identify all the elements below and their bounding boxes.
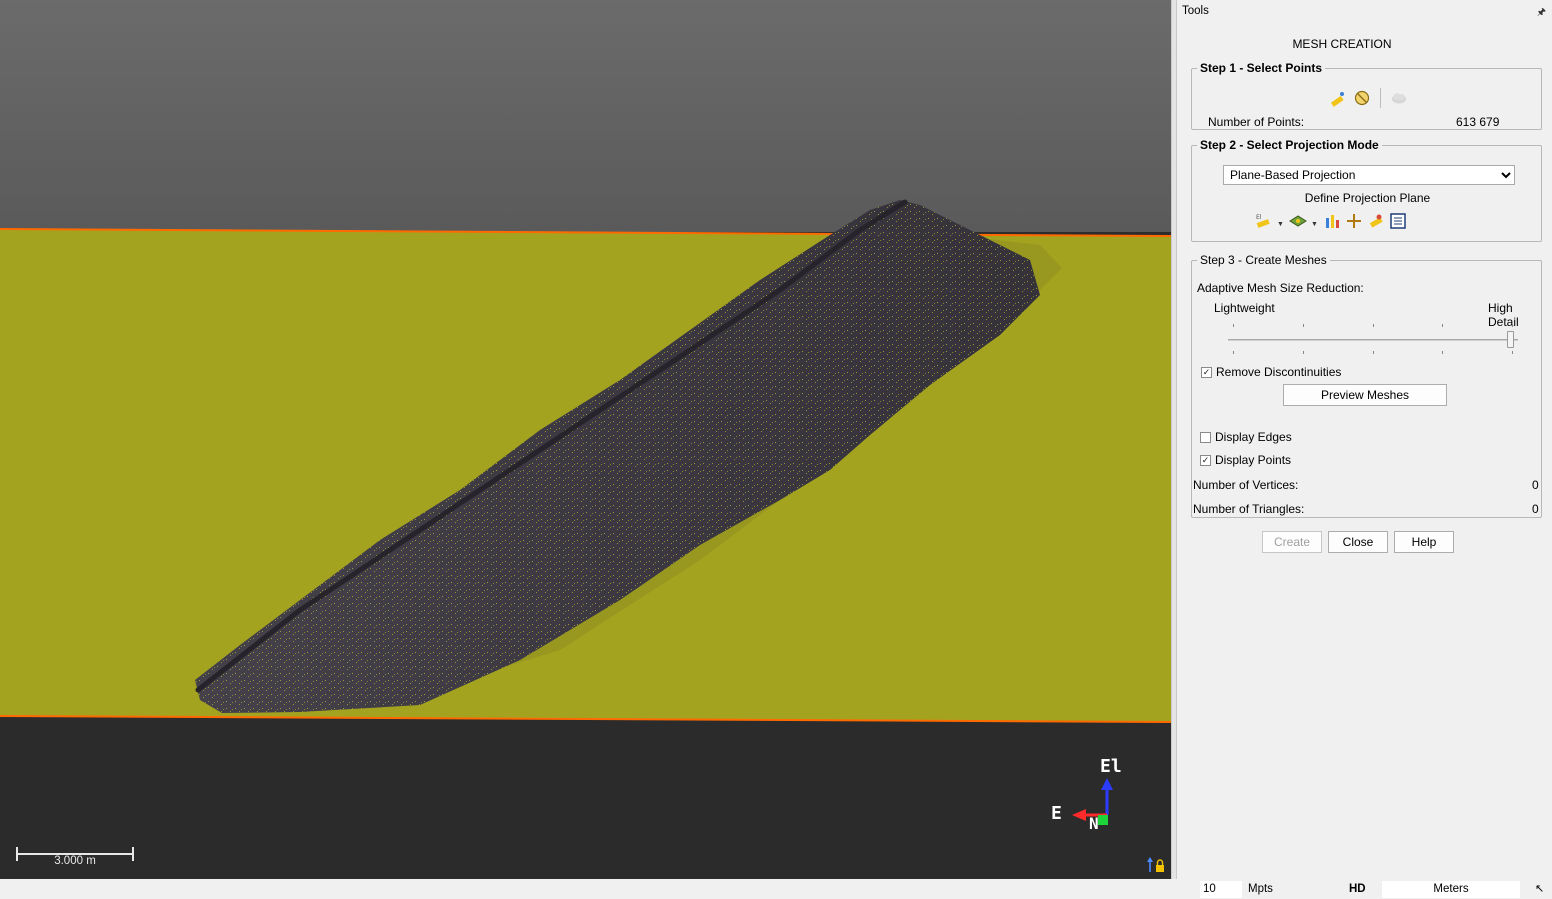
step3-group: Step 3 - Create Meshes Adaptive Mesh Siz… — [1191, 253, 1542, 518]
point-budget-field[interactable]: 10 — [1200, 881, 1242, 898]
slider-min-label: Lightweight — [1214, 301, 1275, 315]
axis-left-label: E — [1051, 803, 1062, 824]
plane-rotate-icon[interactable] — [1367, 212, 1385, 230]
slider-track[interactable] — [1228, 339, 1518, 341]
slider-tick — [1373, 351, 1374, 354]
projection-mode-select[interactable]: Plane-Based Projection — [1223, 165, 1515, 185]
scale-bar-label: 3.000 m — [54, 855, 96, 867]
step3-legend: Step 3 - Create Meshes — [1200, 253, 1327, 267]
num-triangles-label: Number of Triangles: — [1193, 502, 1305, 516]
slider-tick — [1233, 324, 1234, 327]
resize-grip-icon[interactable]: ↖ — [1535, 881, 1544, 898]
slider-tick — [1442, 324, 1443, 327]
help-button[interactable]: Help — [1394, 531, 1454, 553]
cloud-select-icon[interactable] — [1390, 89, 1408, 107]
slider-max-label: High Detail — [1488, 301, 1519, 329]
axis-front-marker — [1098, 815, 1108, 825]
step2-toolbar: El ▼ ▼ — [1255, 212, 1407, 230]
slider-thumb[interactable] — [1507, 331, 1514, 348]
slider-tick — [1233, 351, 1234, 354]
num-points-value: 613 679 — [1456, 115, 1500, 129]
tools-title: Tools — [1182, 5, 1209, 17]
pin-icon[interactable]: 🖈 — [1537, 5, 1546, 22]
num-points-label: Number of Points: — [1208, 115, 1305, 129]
plane-origin-icon[interactable] — [1345, 212, 1363, 230]
display-points-label: Display Points — [1215, 453, 1292, 467]
create-button[interactable]: Create — [1262, 531, 1322, 553]
num-triangles-value: 0 — [1532, 502, 1539, 516]
step2-legend: Step 2 - Select Projection Mode — [1200, 138, 1379, 152]
svg-text:El: El — [1256, 214, 1262, 221]
slider-tick — [1373, 324, 1374, 327]
preview-meshes-button[interactable]: Preview Meshes — [1283, 384, 1447, 406]
remove-discontinuities-label: Remove Discontinuities — [1216, 365, 1342, 379]
quality-indicator[interactable]: HD — [1349, 881, 1366, 898]
display-edges-label: Display Edges — [1215, 430, 1292, 444]
slider-tick — [1512, 324, 1513, 327]
step1-toolbar-separator — [1380, 88, 1381, 108]
view-lock-icon[interactable] — [1146, 856, 1166, 874]
ground-background — [0, 716, 1171, 879]
plane-fit-dropdown-arrow-icon[interactable]: ▼ — [1311, 214, 1319, 228]
step1-group: Step 1 - Select Points Number of Points:… — [1191, 61, 1542, 130]
remove-discontinuities-checkbox[interactable]: ✓ Remove Discontinuities — [1201, 365, 1341, 379]
display-edges-checkbox[interactable]: Display Edges — [1200, 430, 1292, 444]
remove-discontinuities-check-icon[interactable]: ✓ — [1201, 366, 1212, 378]
step2-group: Step 2 - Select Projection Mode Plane-Ba… — [1191, 138, 1542, 242]
plane-from-elevation-icon[interactable]: El — [1255, 212, 1273, 230]
elevation-dropdown-arrow-icon[interactable]: ▼ — [1277, 214, 1285, 228]
clear-selection-icon[interactable] — [1353, 89, 1371, 107]
axis-up-label: El — [1100, 756, 1122, 777]
point-budget-unit: Mpts — [1248, 883, 1273, 895]
tools-panel: Tools 🖈 MESH CREATION Step 1 - Select Po… — [1177, 0, 1552, 879]
step1-legend: Step 1 - Select Points — [1200, 61, 1323, 75]
define-projection-plane-label: Define Projection Plane — [1304, 191, 1431, 205]
num-vertices-value: 0 — [1532, 478, 1539, 492]
slider-tick — [1512, 351, 1513, 354]
scale-bar: 3.000 m — [16, 843, 134, 871]
plane-from-points-icon[interactable] — [1323, 212, 1341, 230]
slider-tick — [1442, 351, 1443, 354]
num-vertices-label: Number of Vertices: — [1193, 478, 1299, 492]
units-field[interactable]: Meters — [1382, 881, 1520, 898]
select-points-pencil-icon[interactable] — [1329, 89, 1347, 107]
close-button[interactable]: Close — [1328, 531, 1388, 553]
adaptive-mesh-label: Adaptive Mesh Size Reduction: — [1197, 281, 1364, 295]
sky-background — [0, 0, 1171, 232]
display-points-check-icon[interactable]: ✓ — [1200, 454, 1211, 466]
axis-front-label: N — [1089, 814, 1099, 833]
display-points-checkbox[interactable]: ✓ Display Points — [1200, 453, 1291, 467]
plane-properties-icon[interactable] — [1389, 212, 1407, 230]
mesh-creation-heading: MESH CREATION — [1292, 37, 1392, 51]
plane-fit-icon[interactable] — [1289, 212, 1307, 230]
scene-render[interactable] — [0, 0, 1171, 879]
display-edges-check-icon[interactable] — [1200, 431, 1211, 443]
status-bar: 10 Mpts HD Meters ↖ — [0, 879, 1552, 899]
slider-tick — [1303, 324, 1304, 327]
slider-tick — [1303, 351, 1304, 354]
step1-toolbar — [1329, 88, 1408, 108]
3d-viewport[interactable]: 3.000 m El E N — [0, 0, 1171, 879]
